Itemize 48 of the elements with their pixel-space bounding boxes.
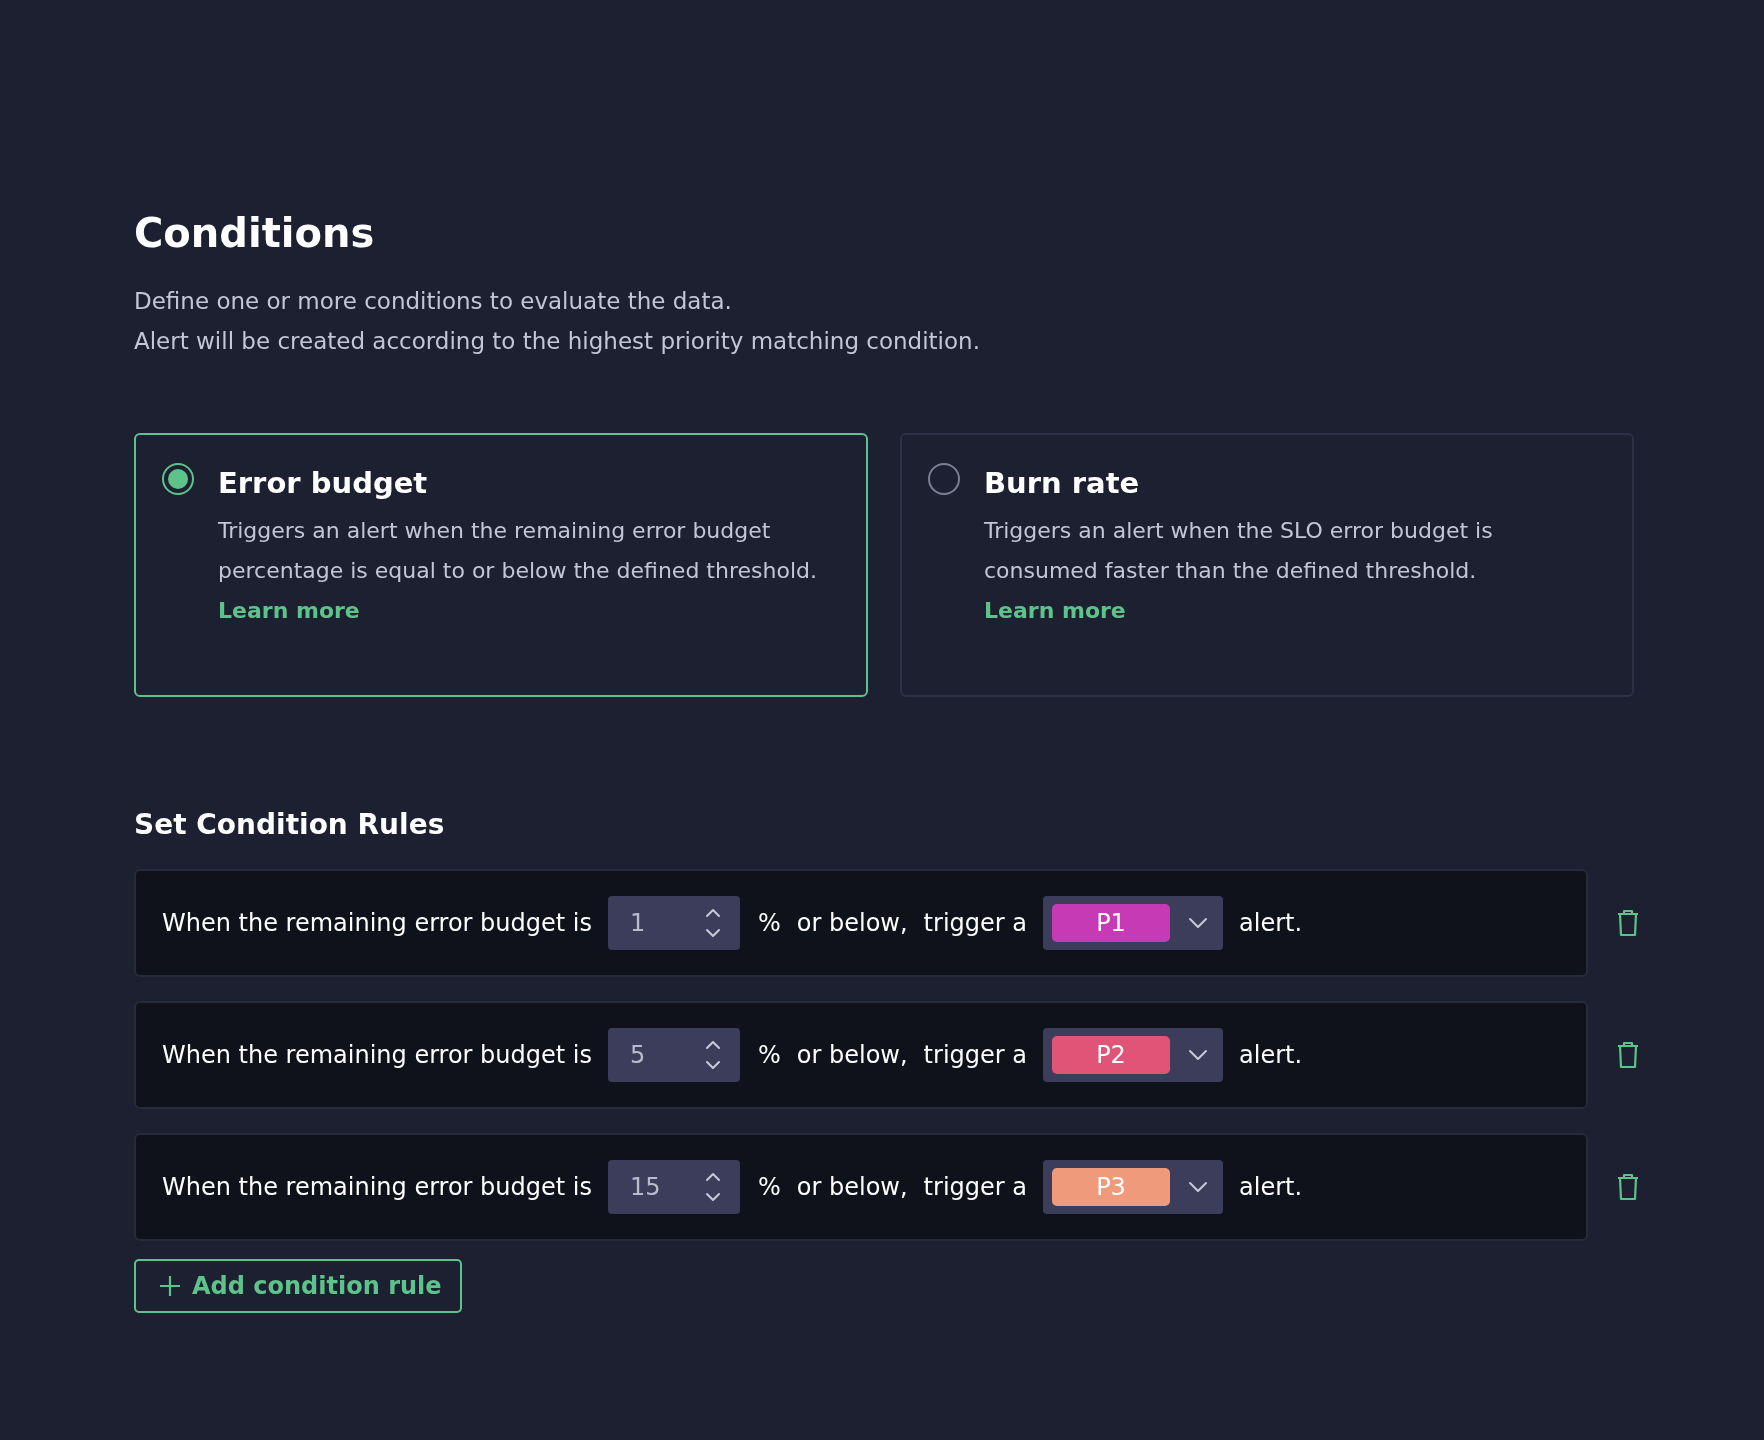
card-title: Error budget [218,465,429,502]
section-title: Conditions [134,209,376,258]
card-description: Triggers an alert when the SLO error budget is consumed faster than the defined threshold. Learn more [984,517,1494,625]
rule-text: When the remaining error budget is [162,909,592,937]
condition-type-card[interactable]: Error budget Triggers an alert when the remaining error budget percentage is equal to or below the defined threshold. Learn more [134,433,868,697]
unit-text: % [758,1041,781,1069]
add-condition-rule-button[interactable]: Add condition rule [134,1259,462,1313]
learn-more-link[interactable]: Learn more [218,598,360,623]
section-description: Define one or more conditions to evaluate the data. [134,287,733,316]
plus-icon [158,1274,182,1298]
rules-title: Set Condition Rules [134,807,446,843]
stepper-icon[interactable] [704,1038,722,1072]
rule-text: alert. [1239,1041,1303,1069]
trash-icon[interactable] [1616,1173,1640,1201]
radio-button[interactable] [928,463,960,495]
trash-icon[interactable] [1616,909,1640,937]
rule-text: When the remaining error budget is [162,1173,592,1201]
rule-text: or below, [796,909,908,937]
chevron-down-icon [1187,1180,1209,1194]
condition-type-card[interactable]: Burn rate Triggers an alert when the SLO error budget is consumed faster than the defined threshold. Learn more [900,433,1634,697]
number-input[interactable]: 5 [608,1028,740,1082]
rule-text: trigger a [923,1041,1027,1069]
rule-text: alert. [1239,909,1303,937]
priority-badge: P3 [1052,1168,1170,1206]
priority-dropdown[interactable]: P1 [1043,896,1223,950]
chevron-down-icon [1187,916,1209,930]
rule-text: or below, [796,1041,908,1069]
unit-text: % [758,909,781,937]
stepper-icon[interactable] [704,906,722,940]
priority-badge: P2 [1052,1036,1170,1074]
priority-dropdown[interactable]: P2 [1043,1028,1223,1082]
learn-more-link[interactable]: Learn more [984,598,1126,623]
number-input[interactable]: 1 [608,896,740,950]
number-input[interactable]: 15 [608,1160,740,1214]
rule-text: When the remaining error budget is [162,1041,592,1069]
card-description: Triggers an alert when the remaining error budget percentage is equal to or below the defined threshold. Learn more [218,517,818,625]
stepper-icon[interactable] [704,1170,722,1204]
priority-badge: P1 [1052,904,1170,942]
unit-text: % [758,1173,781,1201]
rule-text: trigger a [923,909,1027,937]
rule-text: alert. [1239,1173,1303,1201]
chevron-down-icon [1187,1048,1209,1062]
trash-icon[interactable] [1616,1041,1640,1069]
card-title: Burn rate [984,465,1141,502]
radio-button[interactable] [162,463,194,495]
rule-text: trigger a [923,1173,1027,1201]
section-description: Alert will be created according to the highest priority matching condition. [134,327,981,356]
rule-text: or below, [796,1173,908,1201]
